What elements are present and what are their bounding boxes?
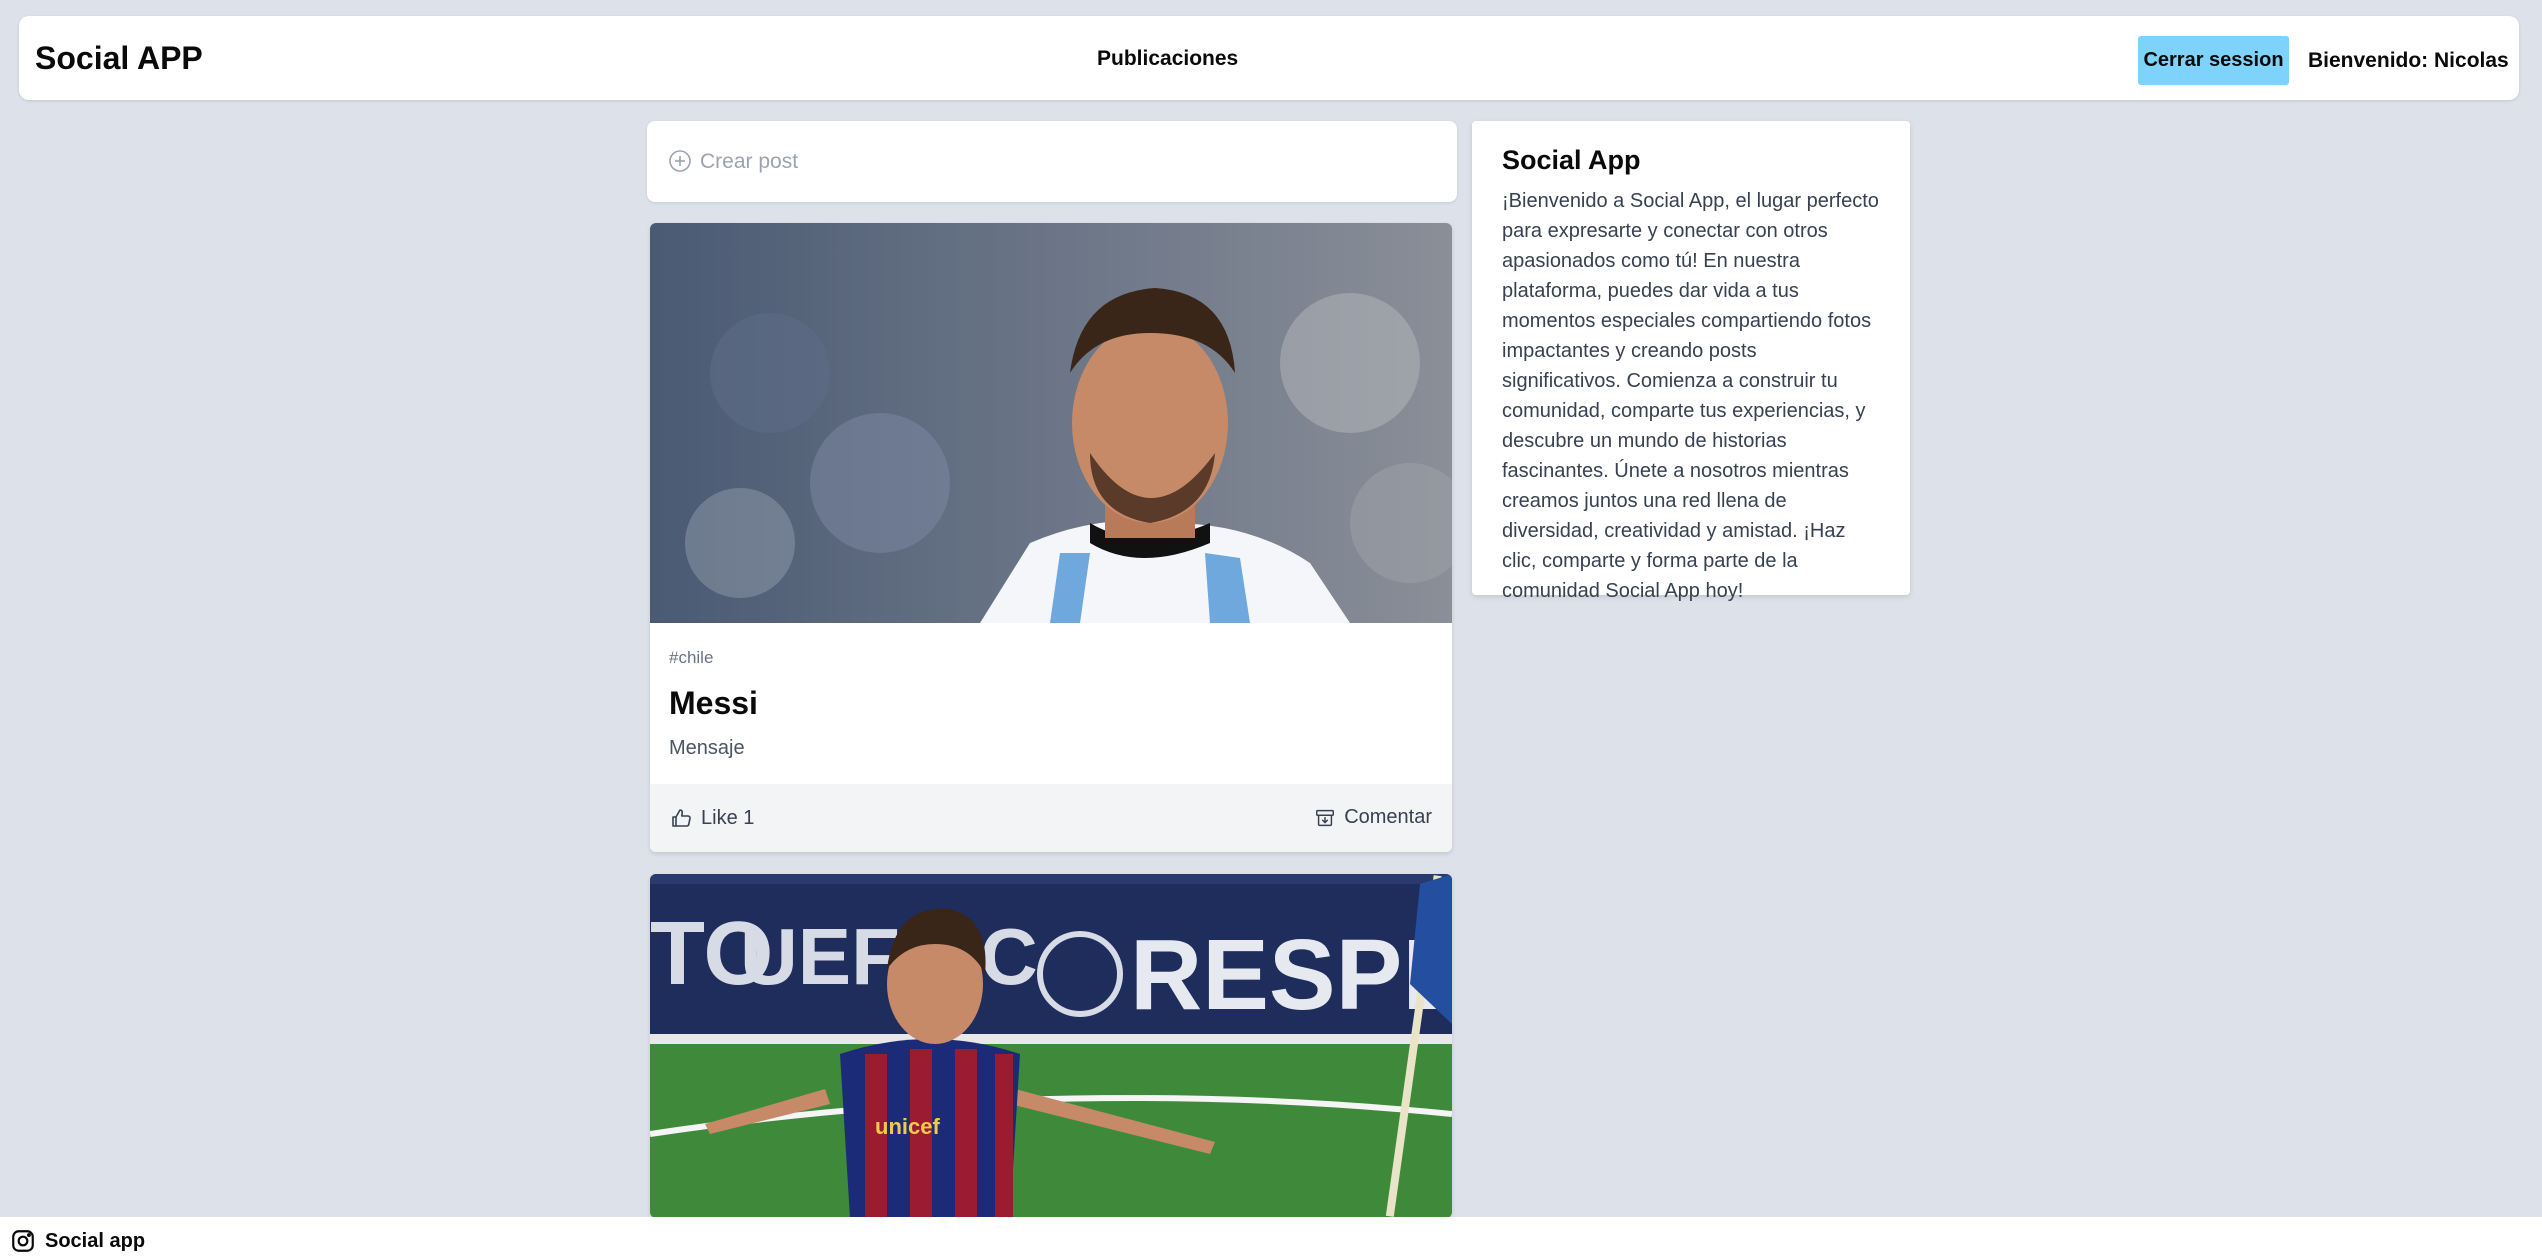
comment-button[interactable]: Comentar: [1314, 806, 1432, 829]
create-post-placeholder: Crear post: [700, 150, 799, 173]
plus-circle-icon: [669, 150, 691, 172]
brand-title[interactable]: Social APP: [35, 40, 203, 77]
archive-icon: [1316, 809, 1335, 826]
svg-text:RESPEC: RESPEC: [1130, 919, 1452, 1031]
post-message: Mensaje: [669, 737, 745, 759]
post-tag[interactable]: #chile: [669, 648, 713, 668]
thumbs-up-icon: [672, 809, 691, 827]
like-button[interactable]: Like 1: [669, 806, 754, 830]
info-description: ¡Bienvenido a Social App, el lugar perfe…: [1502, 190, 1879, 602]
post-card: #chile Messi Mensaje Like 1 Comentar: [650, 223, 1452, 852]
post-body: #chile Messi Mensaje: [650, 623, 1452, 784]
post-image: [650, 223, 1452, 623]
welcome-text: Bienvenido: Nicolas: [2308, 49, 2509, 72]
post-image: TO UEFA·C RESPEC unicef: [650, 874, 1452, 1218]
instagram-icon: [12, 1230, 34, 1252]
like-label: Like 1: [701, 806, 755, 829]
info-title: Social App: [1502, 145, 1641, 175]
info-card: Social App ¡Bienvenido a Social App, el …: [1472, 121, 1910, 602]
comment-label: Comentar: [1344, 806, 1432, 828]
nav-publicaciones[interactable]: Publicaciones: [1097, 47, 1238, 71]
logout-button[interactable]: Cerrar session: [2138, 36, 2289, 85]
post-actions: Like 1 Comentar: [650, 784, 1452, 852]
bottom-bar: Social app: [0, 1217, 2542, 1260]
top-navbar: Social APP Publicaciones Cerrar session …: [19, 16, 2519, 100]
svg-text:unicef: unicef: [875, 1114, 940, 1139]
post-title: Messi: [669, 685, 758, 721]
post-card: TO UEFA·C RESPEC unicef: [650, 874, 1452, 1218]
create-post-input[interactable]: Crear post: [647, 121, 1457, 202]
footer-label[interactable]: Social app: [45, 1230, 145, 1253]
